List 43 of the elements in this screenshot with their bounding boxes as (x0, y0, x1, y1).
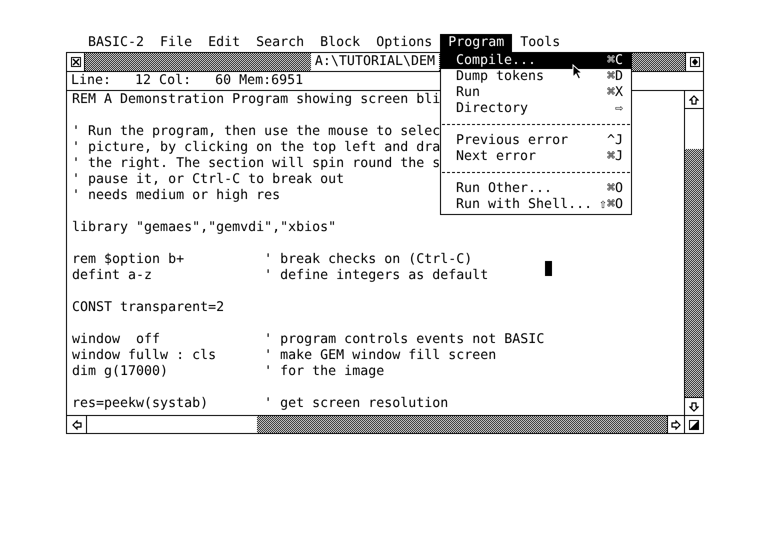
left-arrow-icon (72, 420, 82, 430)
shortcut-label: ⌘C (606, 53, 623, 69)
fullsize-icon (690, 57, 700, 67)
code-line: defint a-z ' define integers as default (72, 268, 488, 284)
menu-item-label: Directory (456, 101, 528, 117)
menu-item[interactable]: Compile... ⌘C (441, 53, 631, 69)
code-line: CONST transparent=2 (72, 300, 224, 316)
resize-icon (689, 420, 699, 430)
code-line: ' needs medium or high res (72, 188, 280, 204)
mouse-pointer-icon (572, 64, 583, 80)
menu-item-label: Run with Shell... (456, 197, 592, 213)
menu-item-label: Dump tokens (456, 69, 544, 85)
close-icon (70, 57, 80, 67)
shortcut-label: ⌘O (606, 181, 623, 197)
full-box[interactable] (685, 53, 703, 71)
shortcut-label: ⇨ (614, 101, 623, 117)
scroll-right-button[interactable] (667, 416, 685, 433)
right-arrow-icon (671, 420, 681, 430)
code-line: ' the right. The section will spin round the s (72, 156, 440, 172)
code-line: window fullw : cls ' make GEM window fill screen (72, 348, 496, 364)
up-arrow-icon (689, 94, 699, 104)
code-line: ' pause it, or Ctrl-C to break out (72, 172, 344, 188)
menu-item-label: Next error (456, 149, 536, 165)
shortcut-label: ⇧⌘O (598, 197, 623, 213)
code-line: REM A Demonstration Program showing screen bli (72, 92, 440, 108)
code-line: res=peekw(systab) ' get screen resolution (72, 396, 448, 412)
menu-item-label: Run Other... (456, 181, 552, 197)
text-cursor (545, 261, 552, 276)
menu-title[interactable]: Program (440, 34, 512, 52)
code-line: window off ' program controls events not BASIC (72, 332, 544, 348)
shortcut-label: ⌘D (606, 69, 623, 85)
code-line: rem $option b+ ' break checks on (Ctrl-C) (72, 252, 472, 268)
shortcut-label: ^J (606, 133, 623, 149)
code-line: ' picture, by clicking on the top left and dra (72, 140, 440, 156)
code-line: dim g(17000) ' for the image (72, 364, 384, 380)
title-bar[interactable] (85, 53, 311, 71)
scroll-down-button[interactable] (685, 397, 703, 415)
code-line: ' Run the program, then use the mouse to selec (72, 124, 440, 140)
code-line: library "gemaes","gemvdi","xbios" (72, 220, 336, 236)
down-arrow-icon (689, 402, 699, 412)
shortcut-label: ⌘J (606, 149, 623, 165)
menu-item-label: Compile... (456, 53, 536, 69)
menu-item-label: Previous error (456, 133, 568, 149)
